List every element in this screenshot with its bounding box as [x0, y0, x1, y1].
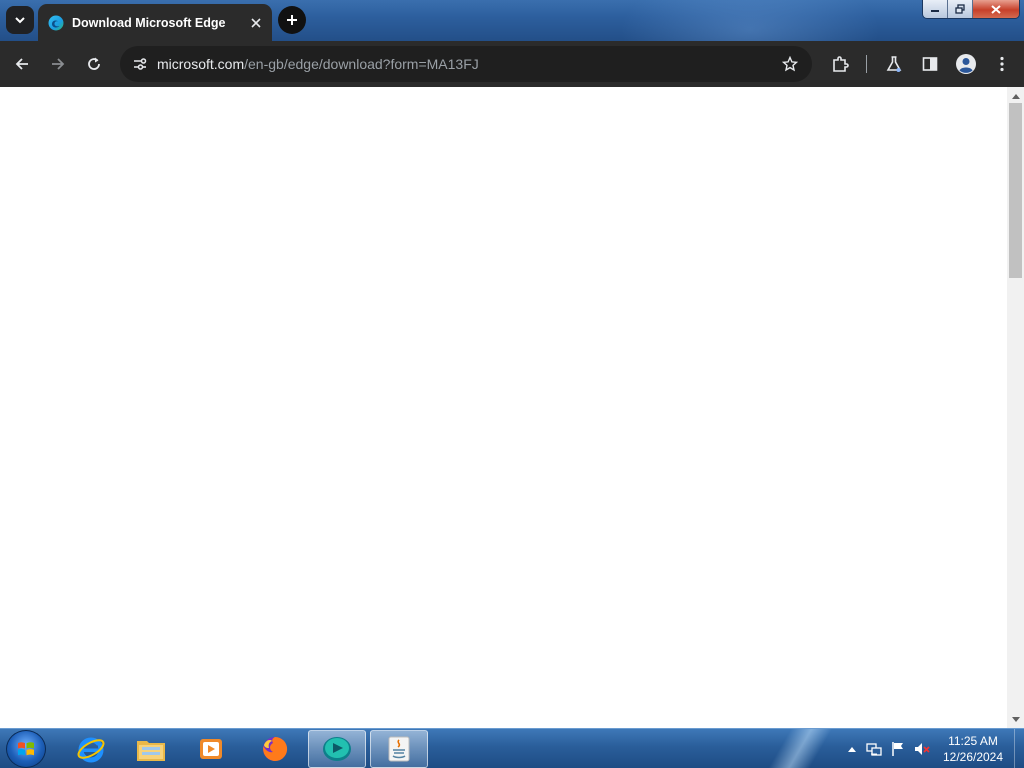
- browser-titlebar: Download Microsoft Edge: [0, 0, 1024, 41]
- taskbar-firefox[interactable]: [246, 730, 304, 768]
- tray-volume[interactable]: [914, 741, 930, 757]
- java-icon: [388, 736, 410, 762]
- extensions-icon: [833, 56, 849, 72]
- labs-flask-icon: [886, 56, 902, 72]
- vertical-scrollbar[interactable]: [1007, 87, 1024, 728]
- labs-button[interactable]: [880, 50, 908, 78]
- reload-icon: [88, 57, 100, 70]
- show-desktop-button[interactable]: [1014, 729, 1024, 768]
- side-panel-button[interactable]: [916, 50, 944, 78]
- start-button[interactable]: [6, 730, 46, 768]
- new-tab-button[interactable]: [278, 6, 306, 34]
- site-info-icon: [134, 58, 147, 70]
- profile-icon: [956, 54, 976, 74]
- triangle-down-icon: [1011, 716, 1020, 722]
- clock-time: 11:25 AM: [948, 734, 998, 748]
- page-content[interactable]: [0, 87, 1007, 728]
- reload-button[interactable]: [80, 50, 108, 78]
- address-bar[interactable]: microsoft.com/en-gb/edge/download?form=M…: [120, 46, 812, 82]
- extensions-button[interactable]: [826, 50, 854, 78]
- tab-active[interactable]: Download Microsoft Edge: [38, 4, 272, 41]
- restore-icon: [955, 4, 965, 14]
- tray-network[interactable]: [866, 741, 882, 757]
- forward-arrow-icon: [52, 58, 65, 70]
- scroll-down-button[interactable]: [1007, 712, 1024, 726]
- tab-close-button[interactable]: [246, 13, 266, 33]
- forward-button[interactable]: [44, 50, 72, 78]
- bookmark-star-icon: [782, 56, 798, 72]
- volume-muted-icon: [915, 743, 930, 755]
- file-explorer-icon: [137, 741, 165, 761]
- clock-date: 12/26/2024: [942, 750, 1004, 764]
- network-icon: [866, 743, 882, 756]
- flag-icon: [892, 742, 903, 756]
- edge-logo-icon: [48, 15, 64, 30]
- tab-search-button[interactable]: [6, 6, 34, 34]
- firefox-icon: [263, 736, 288, 761]
- back-button[interactable]: [8, 50, 36, 78]
- taskbar-java[interactable]: [370, 730, 428, 768]
- show-hidden-icons-button[interactable]: [844, 741, 860, 757]
- browser-menu-button[interactable]: [988, 50, 1016, 78]
- menu-dots-icon: [1000, 56, 1004, 72]
- internet-explorer-icon: [77, 737, 105, 763]
- browser-toolbar: microsoft.com/en-gb/edge/download?form=M…: [0, 41, 1024, 87]
- tray-action-center[interactable]: [890, 741, 906, 757]
- triangle-up-icon: [1011, 93, 1020, 99]
- site-info-button[interactable]: [126, 50, 154, 78]
- close-icon: [991, 4, 1001, 14]
- media-player-icon: [200, 739, 222, 759]
- restore-button[interactable]: [948, 0, 973, 18]
- url-host: microsoft.com: [157, 56, 245, 72]
- close-window-button[interactable]: [973, 0, 1019, 18]
- plus-icon: [287, 15, 297, 25]
- taskbar-edge-installer[interactable]: [308, 730, 366, 768]
- window-controls: [922, 0, 1020, 19]
- back-arrow-icon: [15, 58, 28, 70]
- taskbar-clock[interactable]: 11:25 AM 12/26/2024: [938, 733, 1008, 765]
- tab-title: Download Microsoft Edge: [72, 15, 226, 30]
- toolbar-divider: [866, 55, 867, 73]
- bookmark-button[interactable]: [776, 50, 804, 78]
- url-text[interactable]: microsoft.com/en-gb/edge/download?form=M…: [157, 46, 479, 82]
- side-panel-icon: [922, 57, 938, 71]
- taskbar-media-player[interactable]: [182, 730, 240, 768]
- taskbar-internet-explorer[interactable]: [62, 730, 120, 768]
- minimize-button[interactable]: [923, 0, 948, 18]
- chevron-down-icon: [15, 17, 25, 24]
- profile-button[interactable]: [952, 50, 980, 78]
- triangle-up-icon: [848, 746, 856, 752]
- windows-logo-icon: [18, 742, 34, 756]
- scrollbar-thumb[interactable]: [1009, 103, 1022, 278]
- taskbar-file-explorer[interactable]: [122, 730, 180, 768]
- edge-installer-icon: [323, 737, 351, 761]
- taskbar: 11:25 AM 12/26/2024: [0, 728, 1024, 768]
- close-icon: [251, 17, 261, 28]
- minimize-icon: [931, 10, 939, 12]
- scroll-up-button[interactable]: [1007, 89, 1024, 103]
- url-path: /en-gb/edge/download?form=MA13FJ: [244, 56, 479, 72]
